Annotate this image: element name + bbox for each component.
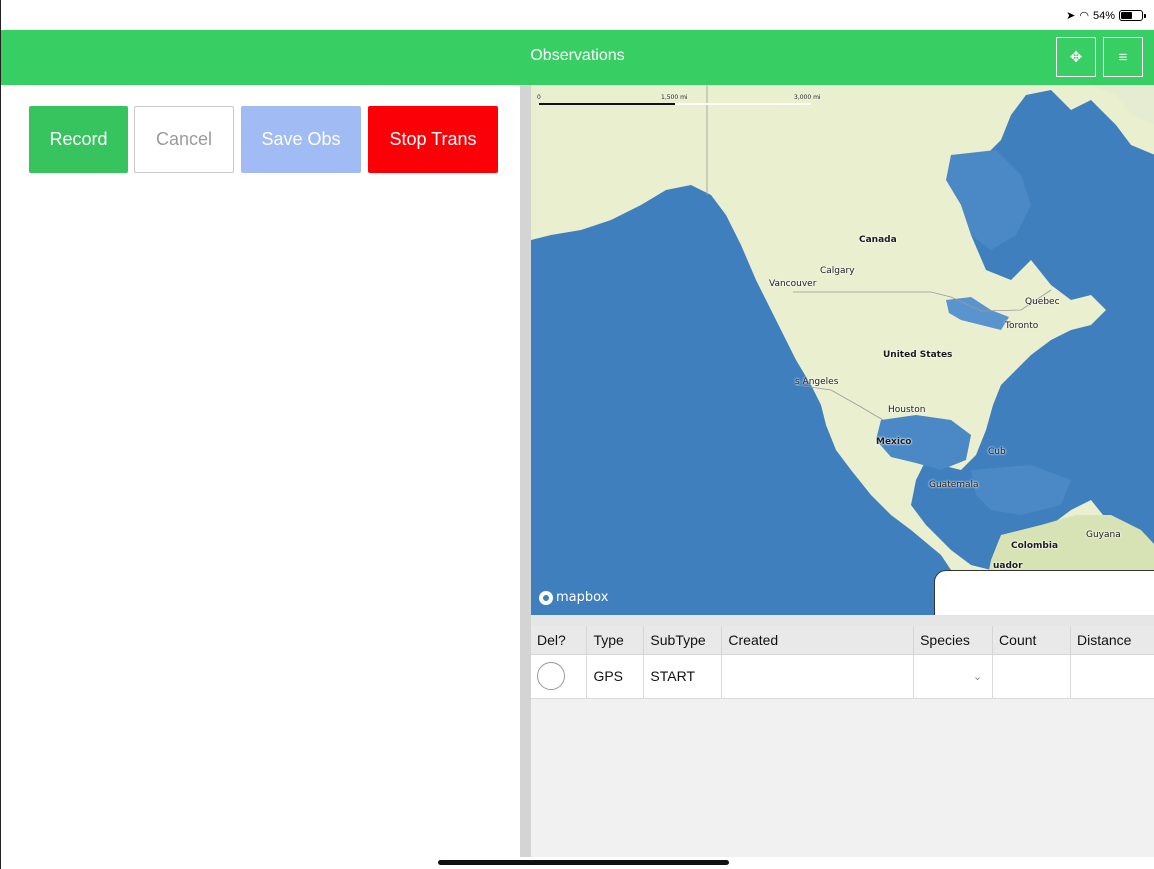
label-guatemala: Guatemala [929,480,979,490]
panel-divider[interactable] [520,85,531,857]
mapbox-attribution[interactable]: mapbox [539,590,608,605]
location-arrow-icon: ➤ [1066,10,1076,22]
column-header-species[interactable]: Species [913,626,994,655]
move-map-button[interactable]: ✥ [1056,37,1096,77]
hamburger-menu-icon: ≡ [1118,48,1128,66]
label-cuba: Cub [988,447,1006,457]
label-quebec: Quebec [1025,297,1060,307]
column-header-del[interactable]: Del? [531,626,588,655]
cell-count[interactable] [992,654,1071,699]
stop-trans-button[interactable]: Stop Trans [368,106,498,173]
mapbox-wordmark: mapbox [556,590,609,605]
column-header-distance[interactable]: Distance [1070,626,1154,655]
column-header-created[interactable]: Created [721,626,915,655]
app-screen: ➤ ◠ 54% Observations ✥ ≡ Record Cancel S… [0,0,1154,869]
label-united-states: United States [883,350,953,360]
app-header: Observations ✥ ≡ [1,30,1154,85]
map-basemap [531,85,1154,615]
cell-type: GPS [586,654,645,699]
record-button[interactable]: Record [29,106,128,173]
battery-tip [1144,14,1146,18]
label-houston: Houston [888,405,926,415]
label-mexico: Mexico [876,437,912,447]
chevron-down-icon[interactable]: ⌄ [920,670,986,683]
table-top-divider [531,615,1154,626]
home-indicator[interactable] [438,860,729,865]
column-header-type[interactable]: Type [586,626,645,655]
label-vancouver: Vancouver [769,279,817,289]
menu-button[interactable]: ≡ [1103,37,1143,77]
column-header-count[interactable]: Count [992,626,1071,655]
wifi-icon: ◠ [1079,10,1089,22]
cell-del [531,654,588,699]
battery-icon [1119,10,1146,21]
move-icon: ✥ [1069,49,1083,66]
battery-fill [1121,12,1132,19]
table-row: GPS START ⌄ [531,654,1154,699]
page-title: Observations [530,47,625,64]
battery-percent: 54% [1092,9,1115,22]
cell-subtype: START [643,654,723,699]
cancel-button[interactable]: Cancel [134,106,234,173]
label-guyana: Guyana [1086,530,1121,540]
scale-label-0: 0 [537,94,541,101]
cell-distance[interactable] [1070,654,1154,699]
mapbox-logo-icon [539,590,553,605]
label-los-angeles: s Angeles [795,377,839,387]
status-indicators: ➤ ◠ 54% [1066,9,1146,22]
label-toronto: Toronto [1005,321,1039,331]
label-colombia: Colombia [1011,541,1059,551]
label-calgary: Calgary [820,266,855,276]
label-canada: Canada [859,235,897,245]
status-bar: ➤ ◠ 54% [1,0,1154,30]
save-obs-button[interactable]: Save Obs [241,106,361,173]
table-header-row: Del? Type SubType Created Species Count … [531,626,1154,655]
controls-panel: Record Cancel Save Obs Stop Trans [1,85,520,857]
map-popup-panel[interactable] [934,570,1154,615]
observations-table-area: Del? Type SubType Created Species Count … [531,615,1154,857]
cell-species[interactable]: ⌄ [913,654,994,699]
cell-created[interactable] [721,654,915,699]
observations-table: Del? Type SubType Created Species Count … [531,626,1154,699]
scale-bar-fill [539,103,675,105]
map-view[interactable]: 0 1,500 mi 3,000 mi Canada Calgary Vanco… [531,85,1154,615]
column-header-subtype[interactable]: SubType [643,626,723,655]
scale-label-3000: 3,000 mi [794,94,821,101]
scale-label-1500: 1,500 mi [661,94,688,101]
delete-radio-button[interactable] [537,662,565,690]
